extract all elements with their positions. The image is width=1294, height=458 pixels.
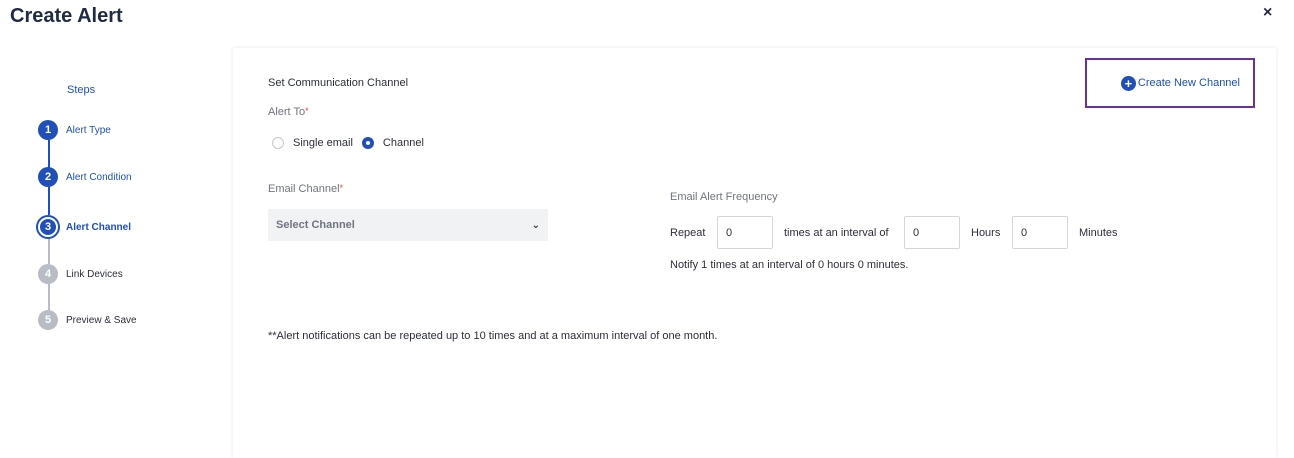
step-connector bbox=[48, 238, 50, 264]
alert-channel-panel bbox=[233, 48, 1276, 458]
step-label: Alert Condition bbox=[66, 171, 132, 183]
channel-radio[interactable] bbox=[361, 137, 374, 149]
hours-input[interactable] bbox=[904, 216, 960, 249]
create-new-channel-label: Create New Channel bbox=[1137, 77, 1240, 89]
step-label: Alert Channel bbox=[66, 221, 132, 233]
select-placeholder: Select Channel bbox=[276, 219, 355, 231]
repeat-label: Repeat bbox=[670, 227, 706, 239]
step-number: 3 bbox=[38, 217, 58, 237]
step-number: 1 bbox=[38, 120, 58, 140]
close-icon[interactable]: × bbox=[1263, 4, 1272, 22]
minutes-input[interactable] bbox=[1012, 216, 1068, 249]
frequency-summary: Notify 1 times at an interval of 0 hours… bbox=[670, 259, 909, 271]
step-preview-save[interactable]: 5 Preview & Save bbox=[38, 309, 137, 331]
single-email-radio[interactable] bbox=[272, 137, 284, 149]
steps-title: Steps bbox=[67, 84, 96, 96]
hours-label: Hours bbox=[971, 227, 1001, 239]
step-number: 2 bbox=[38, 167, 58, 187]
minutes-label: Minutes bbox=[1079, 227, 1118, 239]
step-label: Alert Type bbox=[66, 124, 111, 136]
email-alert-frequency-label: Email Alert Frequency bbox=[670, 191, 778, 203]
create-new-channel-button[interactable]: + Create New Channel bbox=[1085, 58, 1255, 108]
section-title: Set Communication Channel bbox=[268, 77, 409, 89]
step-label: Preview & Save bbox=[66, 314, 137, 326]
step-alert-channel[interactable]: 3 Alert Channel bbox=[38, 216, 131, 238]
page-title: Create Alert bbox=[10, 5, 123, 27]
step-connector bbox=[48, 187, 50, 215]
chevron-down-icon: ⌄ bbox=[531, 219, 540, 231]
required-mark: * bbox=[339, 183, 344, 193]
email-channel-label: Email Channel* bbox=[268, 183, 344, 195]
step-connector bbox=[48, 140, 50, 168]
email-channel-select[interactable]: Select Channel ⌄ bbox=[268, 209, 548, 241]
step-label: Link Devices bbox=[66, 268, 123, 280]
step-link-devices[interactable]: 4 Link Devices bbox=[38, 263, 123, 285]
alert-to-radio-group: Single email Channel bbox=[272, 137, 424, 149]
step-alert-type[interactable]: 1 Alert Type bbox=[38, 119, 111, 141]
single-email-label[interactable]: Single email bbox=[293, 137, 353, 149]
plus-circle-icon: + bbox=[1120, 75, 1136, 91]
step-alert-condition[interactable]: 2 Alert Condition bbox=[38, 166, 132, 188]
repeat-limit-note: **Alert notifications can be repeated up… bbox=[268, 330, 718, 342]
step-connector bbox=[48, 284, 50, 311]
channel-label[interactable]: Channel bbox=[383, 137, 424, 149]
step-number: 4 bbox=[38, 264, 58, 284]
required-mark: * bbox=[305, 106, 309, 116]
repeat-count-input[interactable] bbox=[717, 216, 773, 249]
alert-to-label: Alert To* bbox=[268, 106, 309, 118]
interval-label: times at an interval of bbox=[784, 227, 889, 239]
step-number: 5 bbox=[38, 310, 58, 330]
